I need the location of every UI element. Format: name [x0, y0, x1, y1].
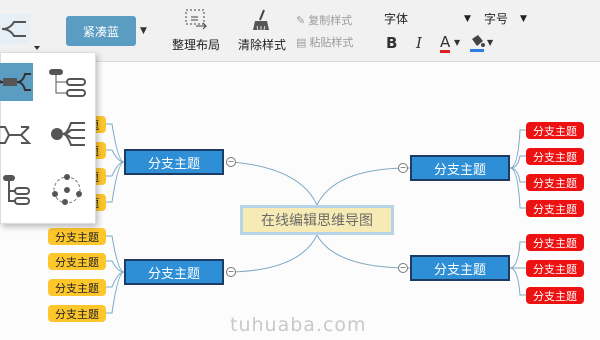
leaf-topic[interactable]: 分支主题 — [48, 279, 106, 296]
watermark: tuhuaba.com — [230, 314, 367, 336]
leaf-topic[interactable]: 分支主题 — [526, 287, 584, 304]
leaf-topic[interactable]: 分支主题 — [48, 253, 106, 270]
fishbone-layout-option[interactable] — [45, 115, 89, 153]
org-layout-icon — [0, 126, 32, 144]
branch-topic-left-top[interactable]: 分支主题 — [124, 149, 224, 175]
branch-topic-right-top[interactable]: 分支主题 — [410, 155, 510, 181]
leaf-topic[interactable]: 分支主题 — [48, 228, 106, 245]
free-layout-option[interactable] — [45, 171, 89, 209]
free-layout-icon — [52, 174, 82, 205]
mind-map-layout-icon — [0, 73, 31, 91]
branch-topic-right-bottom[interactable]: 分支主题 — [410, 255, 510, 281]
leaf-topic[interactable]: 分支主题 — [526, 260, 584, 277]
collapse-toggle-icon[interactable]: − — [226, 267, 236, 277]
leaf-topic[interactable]: 分支主题 — [526, 234, 584, 251]
layout-dropdown-menu — [0, 52, 96, 224]
collapse-toggle-icon[interactable]: − — [226, 157, 236, 167]
tree-layout-option[interactable] — [45, 63, 89, 101]
collapse-toggle-icon[interactable]: − — [398, 163, 408, 173]
fishbone-layout-icon — [51, 122, 85, 146]
tree-layout-icon — [49, 69, 86, 97]
branch-topic-left-bottom[interactable]: 分支主题 — [124, 259, 224, 285]
org-layout-option[interactable] — [0, 115, 33, 153]
leaf-topic[interactable]: 分支主题 — [526, 148, 584, 165]
list-layout-icon — [3, 175, 30, 205]
mind-map-layout-option[interactable] — [0, 63, 33, 101]
leaf-topic[interactable]: 分支主题 — [526, 200, 584, 217]
collapse-toggle-icon[interactable]: − — [398, 263, 408, 273]
leaf-topic[interactable]: 分支主题 — [48, 305, 106, 322]
leaf-topic[interactable]: 分支主题 — [526, 122, 584, 139]
central-topic[interactable]: 在线编辑思维导图 — [240, 205, 394, 235]
list-layout-option[interactable] — [0, 171, 33, 209]
leaf-topic[interactable]: 分支主题 — [526, 174, 584, 191]
